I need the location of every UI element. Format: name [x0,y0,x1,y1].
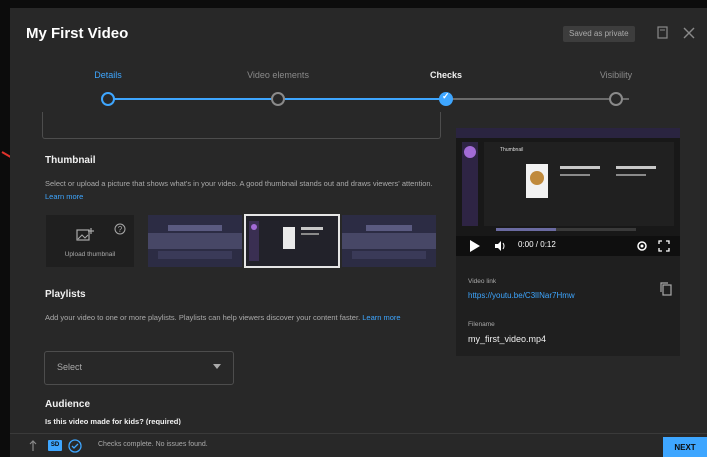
step-video-elements-dot[interactable] [271,92,285,106]
thumbnail-image [342,215,436,267]
player-controls: 0:00 / 0:12 [456,236,680,256]
sd-badge: SD [48,440,62,451]
step-details[interactable]: Details [58,70,158,80]
image-upload-icon [76,228,94,241]
chevron-down-icon [213,364,221,369]
video-link[interactable]: https://youtu.be/C3lINar7Hmw [468,291,575,300]
filename-value: my_first_video.mp4 [468,334,547,344]
step-visibility-dot[interactable] [609,92,623,106]
audience-title: Audience [45,399,91,410]
check-circle-icon [68,439,82,453]
thumbnail-description: Select or upload a picture that shows wh… [45,177,435,203]
checks-status: Checks complete. No issues found. [98,441,208,448]
description-field[interactable] [42,112,441,139]
playlists-description-text: Add your video to one or more playlists.… [45,313,361,322]
step-checks-dot[interactable] [439,91,453,106]
auto-thumbnail-1[interactable] [148,215,242,267]
saved-status-badge: Saved as private [563,26,635,42]
video-frame [456,128,680,236]
playlists-description: Add your video to one or more playlists.… [45,311,435,324]
video-preview-panel: Thumbnail 0:00 / 0:12 Video link https:/… [456,128,680,356]
upload-status-icon [29,440,37,451]
upload-dialog: My First Video Saved as private Details … [10,8,707,457]
playlist-select[interactable]: Select [44,351,234,385]
play-icon[interactable] [470,240,480,252]
close-icon[interactable] [682,26,696,40]
preview-mini-title: Thumbnail [500,147,524,153]
filename-label: Filename [468,321,495,328]
auto-thumbnail-2[interactable] [244,214,340,268]
thumbnail-title: Thumbnail [45,155,96,166]
thumbnail-description-text: Select or upload a picture that shows wh… [45,179,433,188]
upload-thumbnail-button[interactable]: ? Upload thumbnail [46,215,134,267]
step-details-dot[interactable] [101,92,115,106]
copy-icon[interactable] [660,282,672,296]
fullscreen-icon[interactable] [658,240,670,252]
player-time: 0:00 / 0:12 [518,240,556,249]
settings-icon[interactable] [636,240,648,252]
thumbnail-image [245,215,339,267]
step-video-elements[interactable]: Video elements [228,70,328,80]
video-player[interactable]: Thumbnail 0:00 / 0:12 [456,128,680,256]
step-checks[interactable]: Checks [396,70,496,80]
volume-icon[interactable] [494,240,506,252]
dialog-footer: SD Checks complete. No issues found. NEX… [10,433,707,457]
audience-question: Is this video made for kids? (required) [45,417,181,425]
playlists-learn-more-link[interactable]: Learn more [362,313,400,322]
feedback-icon[interactable] [656,26,670,40]
auto-thumbnail-3[interactable] [342,215,436,267]
step-visibility[interactable]: Visibility [566,70,666,80]
dialog-title: My First Video [26,25,129,42]
upload-thumbnail-label: Upload thumbnail [64,251,116,258]
svg-text:?: ? [118,225,123,234]
thumbnail-image [148,215,242,267]
playlist-select-value: Select [57,362,83,372]
video-link-label: Video link [468,278,497,285]
next-button[interactable]: NEXT [663,437,707,457]
thumbnail-learn-more-link[interactable]: Learn more [45,192,83,201]
help-icon[interactable]: ? [114,223,126,235]
playlists-title: Playlists [45,289,86,300]
